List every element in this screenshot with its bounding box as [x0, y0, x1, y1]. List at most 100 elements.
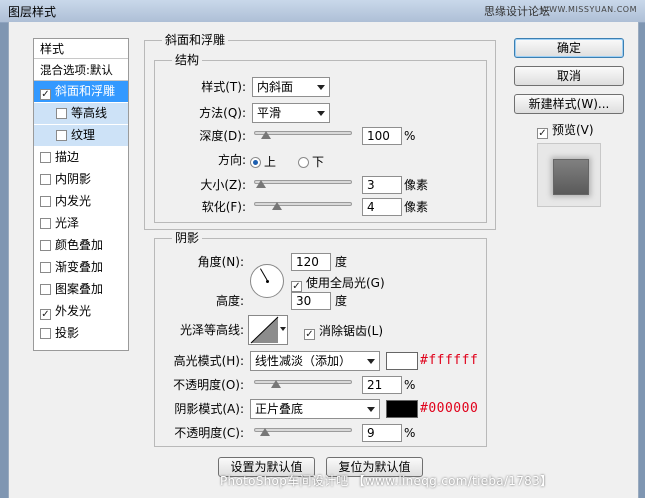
altitude-label: 高度: [215, 294, 244, 308]
soften-slider[interactable] [254, 199, 352, 211]
sidebar-item[interactable]: ✓ 斜面和浮雕 [34, 81, 128, 102]
style-select-value: 内斜面 [257, 80, 294, 94]
style-preview-thumbnail [537, 143, 601, 207]
shadow-color-swatch[interactable] [386, 400, 418, 418]
preview-square [553, 159, 589, 195]
angle-input[interactable]: 120 [291, 253, 331, 271]
sidebar-item[interactable]: 投影 [34, 323, 128, 344]
global-light-label: 使用全局光(G) [306, 276, 385, 290]
checkbox-icon[interactable] [56, 130, 67, 141]
soften-input[interactable]: 4 [362, 198, 402, 216]
highlight-opacity-input[interactable]: 21 [362, 376, 402, 394]
sidebar-item-label: 渐变叠加 [55, 260, 104, 274]
sidebar-item[interactable]: 内阴影 [34, 169, 128, 190]
slider-thumb[interactable] [256, 180, 266, 188]
angle-dial[interactable] [250, 264, 284, 298]
checkbox-icon[interactable] [40, 196, 51, 207]
shadow-opacity-input[interactable]: 9 [362, 424, 402, 442]
preview-label: 预览(V) [552, 123, 594, 137]
slider-thumb[interactable] [260, 428, 270, 436]
direction-down-radio[interactable]: 下 [298, 153, 324, 170]
altitude-input[interactable]: 30 [291, 292, 331, 310]
sidebar-item-label: 外发光 [55, 304, 92, 318]
sidebar-item[interactable]: 颜色叠加 [34, 235, 128, 256]
styles-sidebar: 样式 混合选项:默认 ✓ 斜面和浮雕等高线纹理描边内阴影内发光光泽颜色叠加渐变叠加… [33, 38, 129, 351]
radio-selected-icon [250, 157, 261, 168]
direction-up-radio[interactable]: 上 [250, 153, 276, 170]
technique-select[interactable]: 平滑 [252, 103, 330, 123]
sidebar-item-label: 内发光 [55, 194, 92, 208]
antialias-checkbox[interactable]: ✓ 消除锯齿(L) [304, 322, 383, 340]
sidebar-item[interactable]: ✓ 外发光 [34, 301, 128, 322]
window-title: 图层样式 [8, 5, 57, 19]
angle-unit: 度 [335, 255, 348, 269]
sidebar-item-blending-options[interactable]: 混合选项:默认 [34, 60, 128, 81]
sidebar-header: 样式 [34, 39, 128, 59]
chevron-down-icon [280, 327, 286, 331]
bevel-section-title: 斜面和浮雕 [162, 33, 229, 47]
shadow-opacity-slider[interactable] [254, 425, 352, 437]
technique-select-value: 平滑 [257, 106, 282, 120]
slider-track [254, 180, 352, 184]
checkbox-checked-icon[interactable]: ✓ [40, 89, 51, 100]
chevron-down-icon [367, 407, 375, 412]
direction-down-label: 下 [312, 155, 325, 169]
sidebar-item[interactable]: 纹理 [34, 125, 128, 146]
shadow-opacity-label: 不透明度(C): [174, 426, 244, 440]
cancel-button[interactable]: 取消 [514, 66, 624, 86]
checkbox-checked-icon[interactable]: ✓ [40, 309, 51, 320]
checkbox-icon[interactable] [56, 108, 67, 119]
gloss-contour-picker[interactable] [248, 315, 288, 345]
size-input[interactable]: 3 [362, 176, 402, 194]
sidebar-item[interactable]: 光泽 [34, 213, 128, 234]
shadow-mode-select[interactable]: 正片叠底 [250, 399, 380, 419]
sidebar-item[interactable]: 等高线 [34, 103, 128, 124]
depth-input[interactable]: 100 [362, 127, 402, 145]
altitude-unit: 度 [335, 294, 348, 308]
depth-slider[interactable] [254, 128, 352, 140]
direction-up-label: 上 [264, 155, 277, 169]
sidebar-item-label: 纹理 [71, 128, 96, 142]
checkbox-icon[interactable] [40, 218, 51, 229]
depth-label: 深度(D): [199, 129, 246, 143]
checkbox-checked-icon: ✓ [537, 128, 548, 139]
antialias-label: 消除锯齿(L) [319, 324, 384, 338]
soften-label: 软化(F): [201, 200, 246, 214]
highlight-hex-annotation: #ffffff [420, 353, 479, 368]
gloss-contour-label: 光泽等高线: [179, 323, 244, 337]
preview-checkbox[interactable]: ✓ 预览(V) [537, 121, 594, 139]
sidebar-item-label: 斜面和浮雕 [55, 84, 116, 98]
highlight-opacity-label: 不透明度(O): [173, 378, 244, 392]
checkbox-icon[interactable] [40, 240, 51, 251]
shadow-mode-value: 正片叠底 [255, 402, 304, 416]
slider-thumb[interactable] [271, 380, 281, 388]
sidebar-item[interactable]: 描边 [34, 147, 128, 168]
checkbox-icon[interactable] [40, 152, 51, 163]
direction-label: 方向: [217, 153, 246, 167]
ok-button[interactable]: 确定 [514, 38, 624, 58]
highlight-color-swatch[interactable] [386, 352, 418, 370]
checkbox-icon[interactable] [40, 174, 51, 185]
sidebar-item[interactable]: 渐变叠加 [34, 257, 128, 278]
checkbox-icon[interactable] [40, 328, 51, 339]
shading-title: 阴影 [172, 231, 203, 245]
sidebar-item-label: 描边 [55, 150, 80, 164]
checkbox-icon[interactable] [40, 284, 51, 295]
style-select[interactable]: 内斜面 [252, 77, 330, 97]
new-style-button[interactable]: 新建样式(W)... [514, 94, 624, 114]
checkbox-icon[interactable] [40, 262, 51, 273]
sidebar-item-label: 光泽 [55, 216, 80, 230]
highlight-mode-select[interactable]: 线性减淡（添加） [250, 351, 380, 371]
global-light-checkbox[interactable]: ✓ 使用全局光(G) [291, 274, 385, 292]
checkbox-checked-icon: ✓ [291, 281, 302, 292]
slider-thumb[interactable] [261, 131, 271, 139]
size-slider[interactable] [254, 177, 352, 189]
sidebar-item[interactable]: 内发光 [34, 191, 128, 212]
watermark-url: WWW.MISSYUAN.COM [540, 5, 637, 14]
highlight-opacity-slider[interactable] [254, 377, 352, 389]
shadow-hex-annotation: #000000 [420, 401, 479, 416]
sidebar-item[interactable]: 图案叠加 [34, 279, 128, 300]
style-label: 样式(T): [201, 80, 246, 94]
slider-thumb[interactable] [272, 202, 282, 210]
checkbox-checked-icon: ✓ [304, 329, 315, 340]
